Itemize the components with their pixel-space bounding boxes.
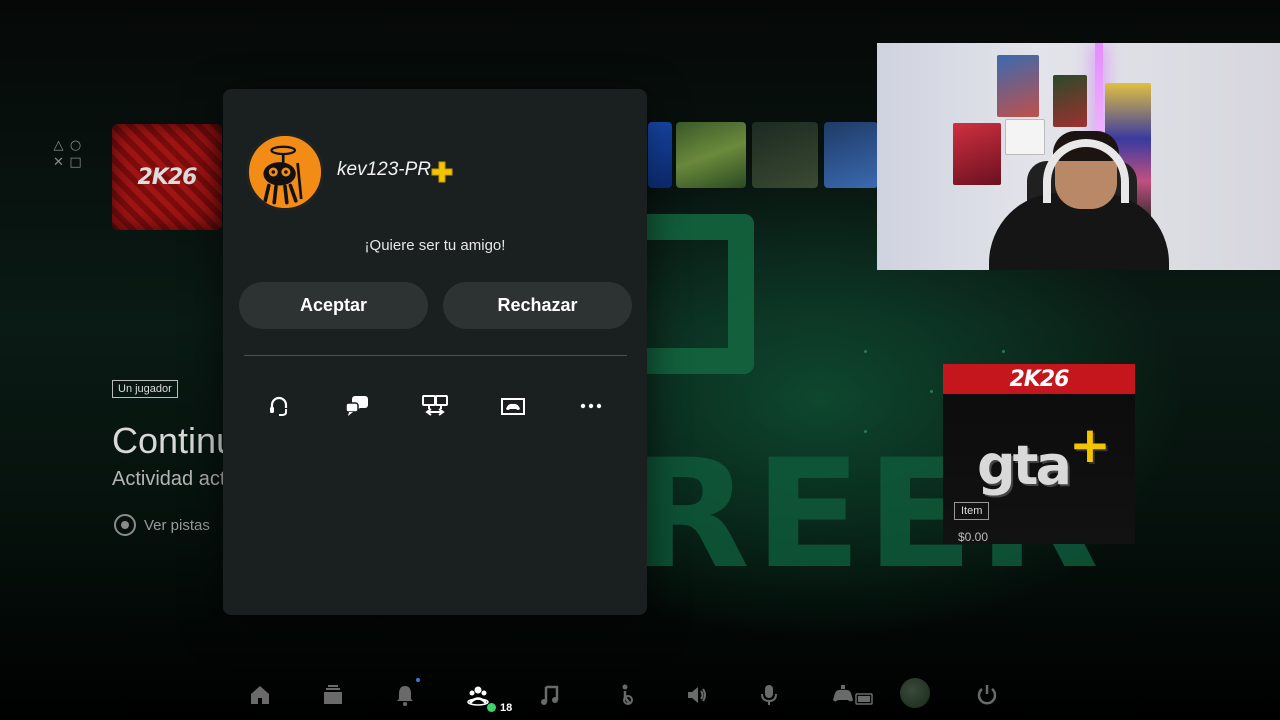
friend-request-message: ¡Quiere ser tu amigo! [364, 237, 506, 254]
background-dot [864, 430, 867, 433]
notification-indicator [416, 678, 420, 682]
game-tile[interactable] [824, 122, 878, 188]
item-badge: Item [954, 502, 990, 520]
controller-icon[interactable] [830, 682, 856, 708]
game-tile-nba2k26[interactable]: 2K26 [112, 124, 222, 230]
hints-label: Ver pistas [144, 516, 210, 534]
wall-poster [953, 123, 1001, 185]
home-icon[interactable] [247, 682, 273, 708]
profile-avatar[interactable] [246, 133, 324, 211]
online-status-dot [487, 703, 496, 712]
game-tile-logo: 2K26 [137, 164, 198, 190]
wall-poster [1053, 75, 1087, 127]
plus-sign-icon: + [1069, 416, 1111, 474]
background-dot [864, 350, 867, 353]
more-icon[interactable] [574, 389, 608, 423]
game-tile[interactable] [648, 122, 672, 188]
background-dot [1002, 350, 1005, 353]
player-mode-badge: Un jugador [112, 380, 178, 398]
game-tile[interactable] [676, 122, 746, 188]
background-dot [930, 390, 933, 393]
game-library-icon[interactable] [496, 389, 530, 423]
avatar-image [249, 136, 321, 208]
activity-title: Continu [112, 420, 237, 461]
game-tile[interactable] [752, 122, 818, 188]
profile-avatar[interactable] [900, 678, 930, 708]
friends-online-count: 18 [500, 702, 513, 714]
username: kev123-PR [337, 159, 431, 180]
ps-plus-icon [431, 161, 453, 183]
mic-icon[interactable] [756, 682, 782, 708]
friend-request-modal: kev123-PR ¡Quiere ser tu amigo! Aceptar … [223, 89, 647, 615]
profile-actions [223, 389, 647, 423]
hints-button[interactable]: Ver pistas [114, 514, 210, 536]
music-icon[interactable] [537, 682, 563, 708]
voice-chat-icon[interactable] [262, 389, 296, 423]
wall-paper [1005, 119, 1045, 155]
lightbulb-icon [114, 514, 136, 536]
gta-plus-logo: gta [977, 434, 1072, 497]
power-icon[interactable] [974, 682, 1000, 708]
game-library-icon[interactable]: △ ○ ✕ □ [50, 138, 84, 172]
accessibility-icon[interactable] [612, 682, 638, 708]
price-label: $0.00 [958, 530, 989, 544]
background-career-art [646, 214, 754, 374]
battery-icon [855, 692, 875, 706]
game-library-icon[interactable] [320, 682, 346, 708]
accept-button[interactable]: Aceptar [239, 282, 428, 329]
wall-poster [997, 55, 1039, 117]
share-screen-icon[interactable] [418, 389, 452, 423]
store-card-banner: 2K26 [943, 364, 1135, 394]
notifications-icon[interactable] [392, 682, 418, 708]
divider [244, 355, 627, 356]
reject-button[interactable]: Rechazar [443, 282, 632, 329]
webcam-overlay [877, 43, 1280, 270]
control-center-bar [0, 676, 1280, 716]
message-icon[interactable] [340, 389, 374, 423]
activity-subtitle: Actividad act [112, 468, 226, 490]
sound-icon[interactable] [684, 682, 710, 708]
